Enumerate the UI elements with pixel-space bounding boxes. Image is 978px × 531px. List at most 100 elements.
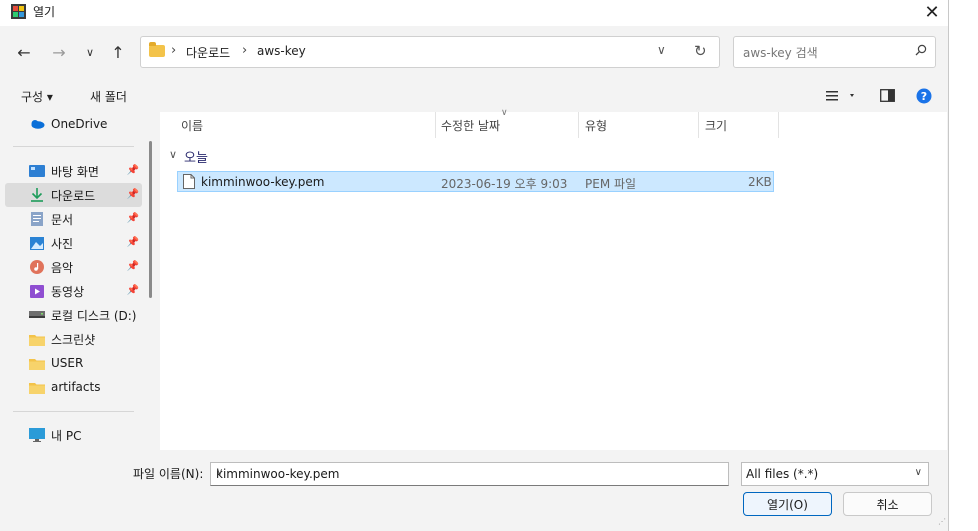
download-icon — [29, 188, 45, 202]
sidebar-item-videos[interactable]: 동영상 📌 — [5, 279, 142, 303]
help-icon[interactable]: ? — [916, 88, 932, 104]
search-icon[interactable] — [915, 44, 927, 56]
sidebar-item-this-pc[interactable]: 내 PC — [5, 423, 142, 447]
sidebar-item-label: artifacts — [51, 380, 101, 394]
recent-locations-button[interactable]: ∨ — [79, 40, 101, 64]
pc-icon — [29, 428, 45, 442]
column-divider[interactable] — [435, 112, 436, 138]
sidebar-item-music[interactable]: 음악 📌 — [5, 255, 142, 279]
arrow-up-icon: ↑ — [111, 42, 125, 62]
file-modified: 2023-06-19 오후 9:03 — [441, 177, 568, 191]
pin-icon: 📌 — [126, 285, 139, 296]
pin-icon: 📌 — [126, 261, 139, 272]
file-list-pane: 이름 수정한 날짜 ∨ 유형 크기 ∨ 오늘 kimminwoo-key.pem… — [160, 108, 947, 450]
filetype-value: All files (*.*) — [746, 467, 819, 481]
sidebar-scrollbar[interactable] — [149, 141, 152, 298]
sidebar-item-downloads[interactable]: 다운로드 📌 — [5, 183, 142, 207]
sidebar-item-label: 사진 — [51, 236, 74, 251]
file-row[interactable]: kimminwoo-key.pem 2023-06-19 오후 9:03 PEM… — [177, 171, 774, 192]
search-box[interactable]: aws-key 검색 — [733, 36, 936, 68]
close-button[interactable]: ✕ — [918, 0, 946, 24]
sidebar-item-screenshots[interactable]: 스크린샷 — [5, 327, 142, 351]
column-divider[interactable] — [578, 112, 579, 138]
file-icon — [183, 174, 195, 189]
footer-panel: 파일 이름(N): kimminwoo-key.pem ∨ All files … — [0, 450, 948, 531]
chevron-down-icon[interactable]: ∨ — [216, 467, 722, 478]
preview-pane-icon[interactable] — [880, 89, 895, 102]
cloud-icon — [29, 117, 45, 131]
forward-button[interactable]: → — [48, 40, 70, 64]
view-options-icon[interactable] — [826, 90, 858, 102]
filetype-select[interactable]: All files (*.*) ∨ — [741, 462, 929, 486]
file-size: 2KB — [748, 175, 772, 189]
svg-text:?: ? — [921, 90, 927, 103]
sidebar-divider — [13, 411, 134, 412]
navigation-pane: OneDrive 바탕 화면 📌 다운로드 📌 문서 📌 사진 📌 음악 📌 동… — [0, 112, 158, 450]
video-icon — [29, 284, 45, 298]
breadcrumb-aws-key[interactable]: aws-key — [257, 44, 306, 58]
folder-icon — [149, 42, 165, 57]
sidebar-item-label: 다운로드 — [51, 188, 96, 203]
sidebar-item-label: 동영상 — [51, 284, 85, 299]
sidebar-item-label: OneDrive — [51, 117, 108, 131]
sidebar-item-label: 바탕 화면 — [51, 164, 99, 179]
sidebar-item-label: 스크린샷 — [51, 332, 96, 347]
column-header-size[interactable]: 크기 — [705, 112, 727, 138]
file-name: kimminwoo-key.pem — [201, 175, 325, 189]
document-icon — [29, 212, 45, 226]
title-bar — [0, 0, 948, 26]
column-header-name[interactable]: 이름 — [181, 112, 203, 138]
up-button[interactable]: ↑ — [107, 40, 129, 64]
sidebar-item-documents[interactable]: 문서 📌 — [5, 207, 142, 231]
sort-indicator-icon: ∨ — [501, 108, 508, 118]
group-collapse-icon[interactable]: ∨ — [169, 148, 177, 161]
search-input[interactable]: aws-key 검색 — [743, 44, 818, 61]
window-title: 열기 — [33, 5, 56, 19]
new-folder-button[interactable]: 새 폴더 — [90, 88, 127, 105]
refresh-icon[interactable]: ↻ — [694, 42, 707, 60]
sidebar-item-desktop[interactable]: 바탕 화면 📌 — [5, 159, 142, 183]
filename-input[interactable]: kimminwoo-key.pem ∨ — [210, 462, 729, 486]
arrow-left-icon: ← — [17, 42, 31, 62]
column-header-modified[interactable]: 수정한 날짜 — [441, 112, 500, 138]
open-button[interactable]: 열기(O) — [743, 492, 832, 516]
group-header-today[interactable]: 오늘 — [184, 147, 208, 166]
file-type: PEM 파일 — [585, 177, 637, 191]
pin-icon: 📌 — [126, 189, 139, 200]
resize-grip-icon[interactable]: ⋰ — [938, 517, 946, 526]
picture-icon — [29, 236, 45, 250]
drive-icon — [29, 308, 45, 322]
breadcrumb-separator: › — [242, 43, 248, 58]
sidebar-item-artifacts[interactable]: artifacts — [5, 375, 142, 399]
app-icon — [11, 4, 26, 19]
sidebar-item-label: USER — [51, 356, 84, 370]
sidebar-divider — [13, 146, 134, 147]
address-bar[interactable]: › 다운로드 › aws-key ∨ ↻ — [140, 36, 720, 68]
sidebar-item-label: 음악 — [51, 260, 74, 275]
pin-icon: 📌 — [126, 165, 139, 176]
organize-button[interactable]: 구성 ▾ — [21, 88, 53, 105]
breadcrumb-downloads[interactable]: 다운로드 — [186, 44, 230, 61]
column-header-type[interactable]: 유형 — [585, 112, 607, 138]
sidebar-item-pictures[interactable]: 사진 📌 — [5, 231, 142, 255]
folder-icon — [29, 356, 45, 370]
address-dropdown-icon[interactable]: ∨ — [657, 43, 666, 57]
chevron-down-icon[interactable]: ∨ — [915, 467, 922, 478]
close-icon: ✕ — [924, 1, 940, 23]
folder-icon — [29, 380, 45, 394]
sidebar-item-user[interactable]: USER — [5, 351, 142, 375]
column-divider[interactable] — [778, 112, 779, 138]
arrow-right-icon: → — [52, 42, 66, 62]
pin-icon: 📌 — [126, 213, 139, 224]
column-divider[interactable] — [698, 112, 699, 138]
sidebar-item-local-disk-d[interactable]: 로컬 디스크 (D:) — [5, 303, 142, 327]
sidebar-item-label: 문서 — [51, 212, 74, 227]
open-file-dialog: 열기 ✕ ← → ∨ ↑ › 다운로드 › aws-key ∨ ↻ aws-ke… — [0, 0, 949, 531]
desktop-icon — [29, 164, 45, 178]
back-button[interactable]: ← — [13, 40, 35, 64]
chevron-down-icon: ∨ — [85, 45, 95, 59]
sidebar-item-onedrive[interactable]: OneDrive — [5, 112, 142, 136]
music-icon — [29, 260, 45, 274]
sidebar-item-label: 내 PC — [51, 428, 82, 443]
cancel-button[interactable]: 취소 — [843, 492, 932, 516]
